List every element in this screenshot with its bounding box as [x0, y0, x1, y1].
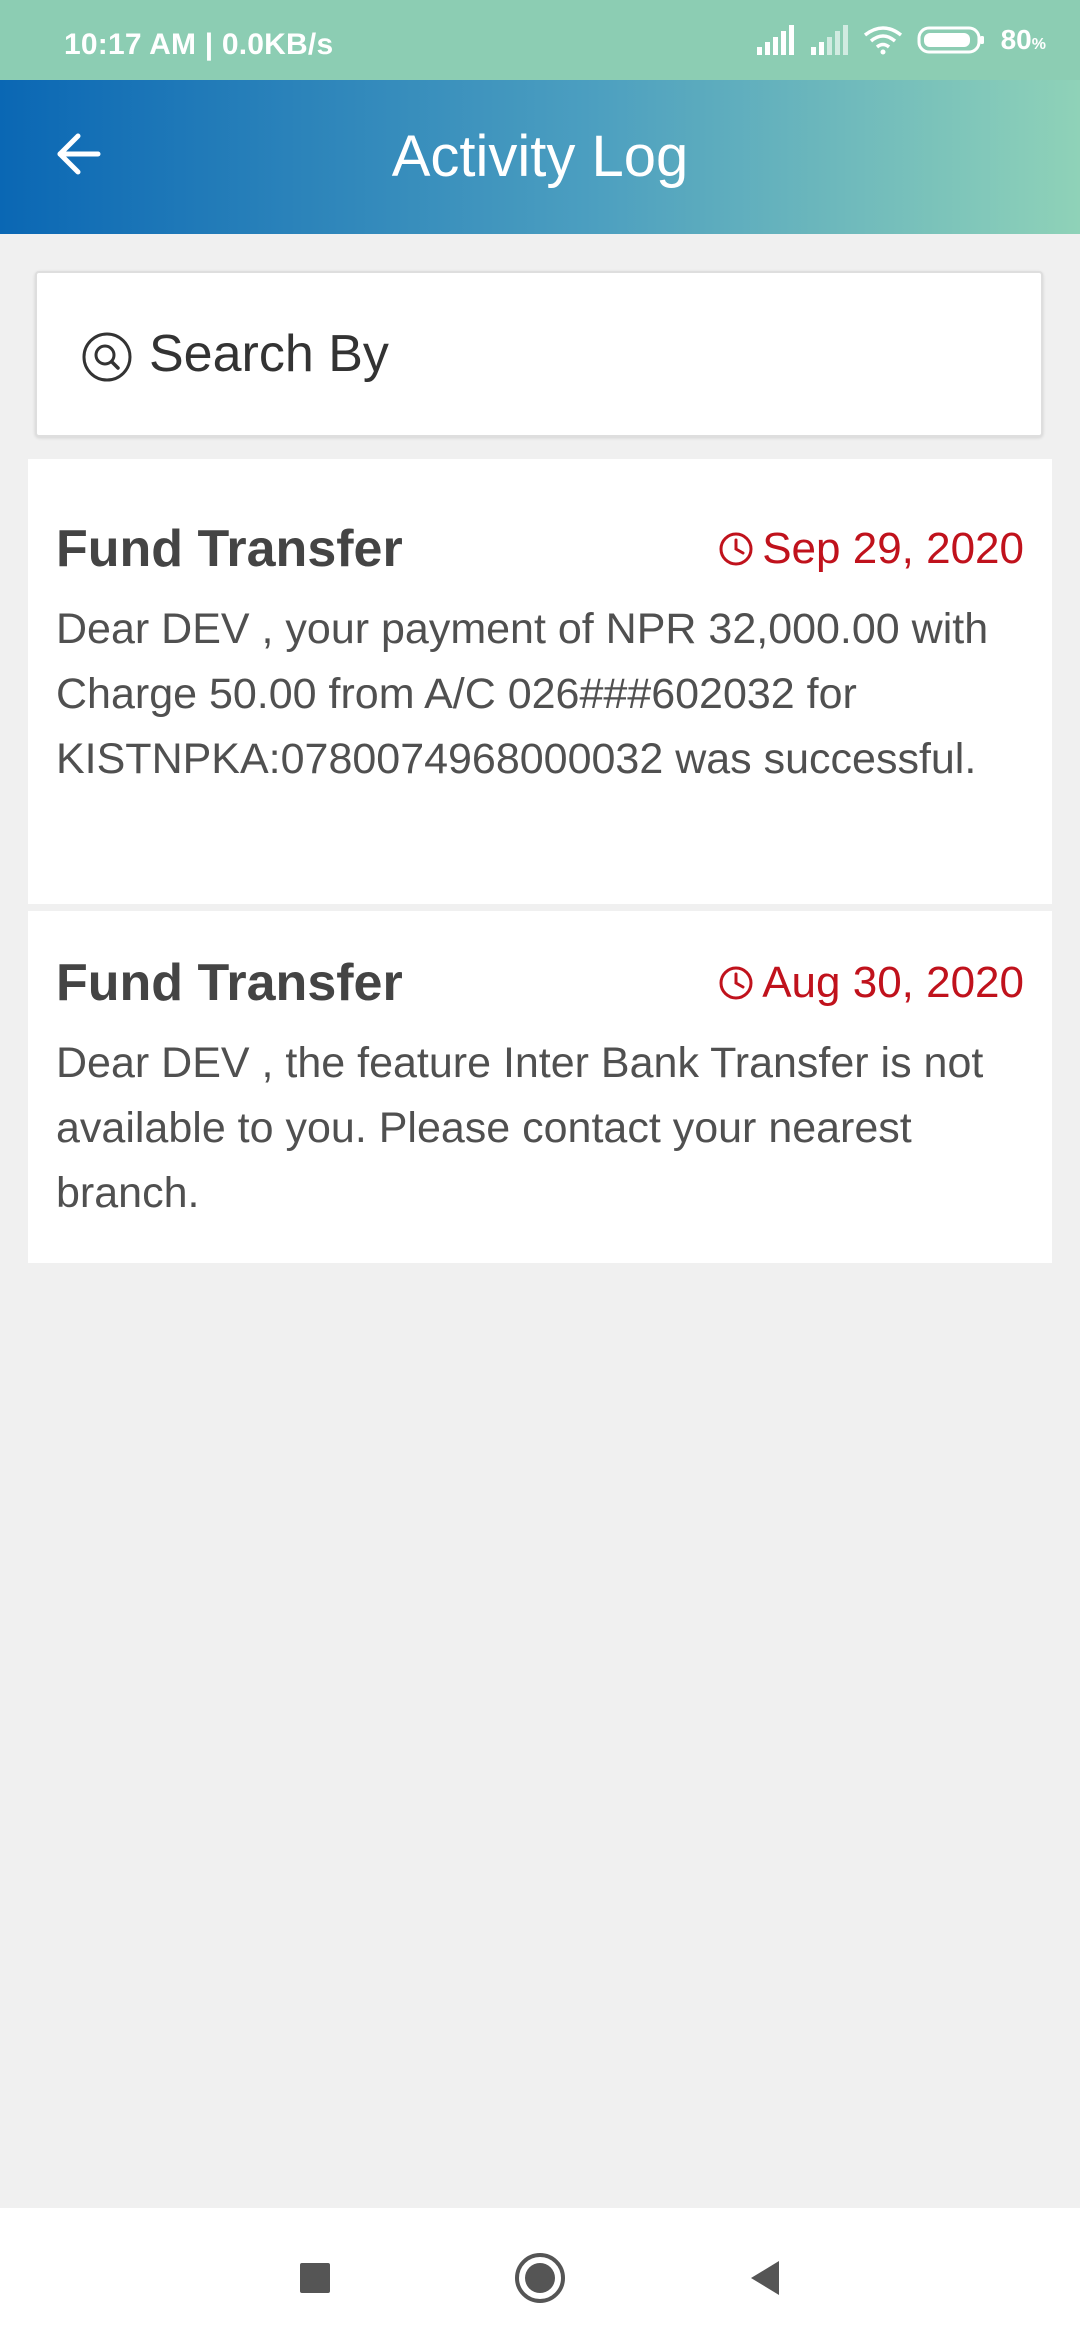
clock-icon [719, 966, 753, 1000]
clock-icon [719, 532, 753, 566]
signal-icon [810, 25, 848, 55]
signal-icon [756, 25, 794, 55]
activity-message: Dear DEV , the feature Inter Bank Transf… [56, 1039, 984, 1217]
activity-header: Fund Transfer Sep 29, 2020 [56, 459, 1024, 579]
activity-title: Fund Transfer [56, 954, 403, 1012]
activity-date: Sep 29, 2020 [718, 523, 1024, 575]
system-nav-bar [0, 2208, 1080, 2340]
wifi-icon [863, 26, 902, 55]
home-circle-icon [515, 2253, 565, 2303]
page-title: Activity Log [391, 124, 689, 189]
status-time: 10:17 AM | 0.0KB/s [64, 28, 334, 61]
back-triangle-icon [751, 2261, 779, 2295]
battery-unit: % [1031, 36, 1046, 53]
battery-icon [917, 26, 984, 54]
activity-item[interactable]: Fund Transfer Sep 29, 2020 Dear DEV , yo… [28, 459, 1052, 904]
battery-value: 80 [1000, 24, 1032, 55]
activity-list: Fund Transfer Sep 29, 2020 Dear DEV , yo… [28, 459, 1052, 1263]
activity-item[interactable]: Fund Transfer Aug 30, 2020 Dear DEV , th… [28, 911, 1052, 1263]
recents-square-icon [300, 2263, 330, 2293]
app-bar: Activity Log [0, 80, 1080, 234]
activity-date-text: Sep 29, 2020 [762, 524, 1024, 573]
nav-back-button[interactable] [735, 2248, 795, 2308]
activity-date: Aug 30, 2020 [718, 957, 1024, 1009]
search-label: Search By [149, 325, 389, 383]
status-icons: 80% [755, 22, 1046, 58]
recents-button[interactable] [285, 2248, 345, 2308]
activity-message: Dear DEV , your payment of NPR 32,000.00… [56, 605, 989, 783]
search-box[interactable]: Search By [35, 271, 1043, 437]
home-button[interactable] [510, 2248, 570, 2308]
activity-title: Fund Transfer [56, 520, 403, 578]
battery-level: 80% [1001, 24, 1046, 56]
activity-header: Fund Transfer Aug 30, 2020 [56, 911, 1024, 1013]
search-icon [82, 332, 132, 382]
activity-date-text: Aug 30, 2020 [762, 958, 1024, 1007]
status-bar: 10:17 AM | 0.0KB/s 80% [0, 0, 1080, 80]
